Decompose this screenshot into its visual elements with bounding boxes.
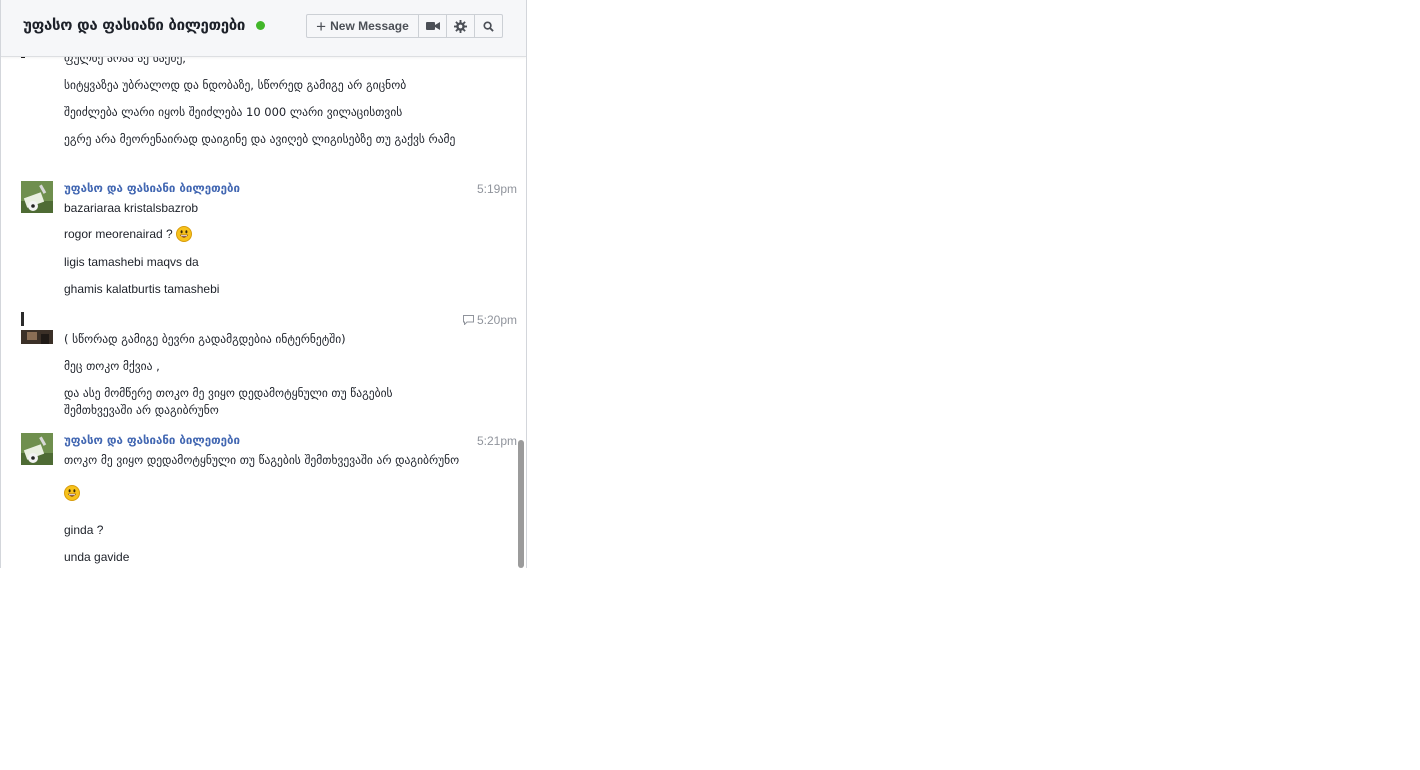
message-emoji [64, 485, 464, 506]
avatar[interactable] [21, 181, 53, 213]
smiley-icon [175, 226, 192, 242]
message-row: rogor meorenairad ? [64, 226, 464, 243]
message-text: ეგრე არა მეორენაირად დაიგინე და ავიღებ ლ… [64, 132, 456, 146]
smiley-icon [64, 485, 80, 501]
search-icon [483, 20, 494, 32]
message-text: და ასე მომწერე თოკო მე ვიყო დედამოტყნული… [64, 386, 393, 417]
search-button[interactable] [474, 14, 503, 38]
sender-name[interactable]: უფასო და ფასიანი ბილეთები [64, 433, 240, 447]
avatar[interactable] [21, 433, 53, 465]
conversation-title[interactable]: უფასო და ფასიანი ბილეთები [23, 16, 245, 34]
message-timestamp: 5:21pm [476, 434, 517, 448]
message-text: bazariaraa kristalsbazrob [64, 201, 199, 215]
avatar[interactable] [21, 57, 53, 58]
message-text: ghamis kalatburtis tamashebi [64, 282, 220, 296]
new-message-button[interactable]: + New Message [306, 14, 419, 38]
online-status-dot [256, 21, 265, 30]
message-text: სიტყვაზეა უბრალოდ და ნდობაზე, სწორედ გამ… [64, 78, 407, 92]
gear-icon [454, 19, 467, 33]
settings-button[interactable] [446, 14, 475, 38]
new-message-label: New Message [330, 19, 409, 33]
chat-panel: უფასო და ფასიანი ბილეთები + New Message [0, 0, 527, 568]
message-timestamp: 5:19pm [476, 182, 517, 196]
sender-name[interactable]: უფასო და ფასიანი ბილეთები [64, 181, 240, 195]
message-text: ginda ? [64, 523, 104, 537]
avatar[interactable] [21, 312, 53, 344]
message-text: unda gavide [64, 550, 130, 564]
scrollbar-thumb[interactable] [518, 440, 524, 568]
message-text: შეიძლება ლარი იყოს შეიძლება 10 000 ლარი … [64, 105, 403, 119]
plus-icon: + [316, 16, 327, 36]
message-text: თოკო მე ვიყო დედამოტყნული თუ წაგების შემ… [64, 453, 460, 467]
message-text: ( სწორად გამიგე ბევრი გადამგდებია ინტერნ… [64, 332, 346, 346]
message-text: ligis tamashebi maqvs da [64, 255, 199, 269]
message-text: ფულზე არაა აქ საქმე, [64, 57, 186, 65]
video-camera-icon [425, 22, 440, 30]
header-toolbar: + New Message [306, 14, 503, 38]
video-call-button[interactable] [418, 14, 447, 38]
conversation-header: უფასო და ფასიანი ბილეთები + New Message [1, 0, 526, 57]
message-timestamp: 5:20pm [476, 313, 517, 327]
message-timestamp-row: 5:20pm [462, 313, 517, 327]
message-list[interactable]: ფულზე არაა აქ საქმე, სიტყვაზეა უბრალოდ დ… [1, 57, 526, 568]
seen-icon [462, 315, 474, 326]
message-text: rogor meorenairad ? [64, 227, 173, 241]
message-text: მეც თოკო მქვია , [64, 359, 160, 373]
